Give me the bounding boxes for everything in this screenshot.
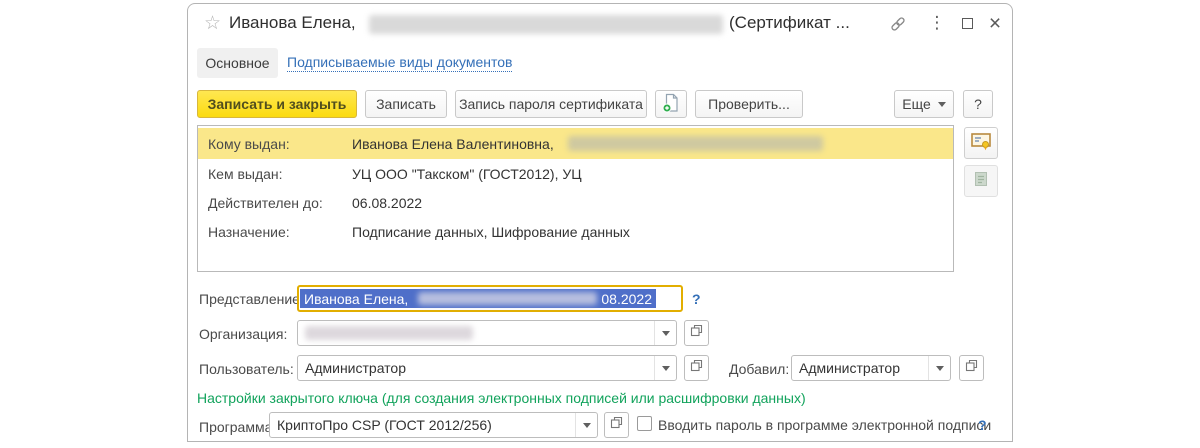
certificate-application-button (964, 165, 998, 197)
user-dropdown-arrow[interactable] (654, 356, 676, 380)
presentation-label: Представление: (199, 291, 304, 307)
favorite-star-icon[interactable]: ☆ (204, 14, 221, 33)
cert-row-label: Действителен до: (208, 194, 323, 211)
added-by-dropdown-arrow[interactable] (928, 356, 950, 380)
presentation-value-end: 08.2022 (601, 290, 652, 307)
window-title: Иванова Елена, (229, 13, 356, 32)
chevron-down-icon (937, 101, 946, 107)
redacted-organization-text (305, 326, 473, 340)
check-button[interactable]: Проверить... (695, 90, 803, 118)
cert-row-value: УЦ ООО "Такском" (ГОСТ2012), УЦ (352, 165, 582, 182)
enter-password-help-link[interactable]: ? (978, 417, 987, 433)
window-title-suffix: (Сертификат ... (729, 13, 850, 32)
presentation-value-start: Иванова Елена, (304, 290, 409, 307)
tab-bar: Основное Подписываемые виды документов (188, 47, 1012, 79)
add-certificate-button[interactable] (655, 90, 687, 118)
menu-dots-icon[interactable]: ⋮ (929, 13, 946, 33)
more-button[interactable]: Еще (894, 90, 954, 118)
toolbar: Записать и закрыть Записать Запись парол… (188, 90, 1012, 118)
more-button-label: Еще (902, 96, 931, 112)
added-by-combo[interactable]: Администратор (791, 355, 951, 381)
added-by-value: Администратор (799, 360, 901, 376)
save-button[interactable]: Записать (365, 90, 447, 118)
cert-row-issued-to[interactable]: Кому выдан: Иванова Елена Валентиновна, (198, 128, 953, 159)
program-open-button[interactable] (604, 412, 629, 438)
organization-combo[interactable] (297, 320, 677, 346)
user-combo[interactable]: Администратор (297, 355, 677, 381)
added-by-open-button[interactable] (959, 355, 984, 381)
cert-row-value: Иванова Елена Валентиновна, (352, 135, 554, 152)
organization-open-button[interactable] (684, 320, 709, 346)
cert-row-valid-until[interactable]: Действителен до: 06.08.2022 (198, 188, 953, 217)
certificate-window: ☆ Иванова Елена, (Сертификат ... ⋮ × Осн… (187, 3, 1013, 442)
open-icon (610, 416, 623, 434)
cert-row-value: 06.08.2022 (352, 194, 423, 211)
organization-dropdown-arrow[interactable] (654, 321, 676, 345)
enter-password-label[interactable]: Вводить пароль в программе электронной п… (658, 417, 991, 433)
cert-row-label: Кому выдан: (208, 135, 290, 152)
help-button[interactable]: ? (963, 90, 993, 118)
private-key-settings-link[interactable]: Настройки закрытого ключа (для создания … (197, 390, 806, 406)
certificate-info-panel: Кому выдан: Иванова Елена Валентиновна, … (197, 125, 954, 272)
redacted-issued-to-text (567, 136, 823, 151)
user-label: Пользователь: (199, 361, 294, 377)
program-value: КриптоПро CSP (ГОСТ 2012/256) (277, 417, 492, 433)
presentation-input[interactable]: Иванова Елена, 08.2022 (297, 285, 683, 312)
tab-main[interactable]: Основное (197, 48, 278, 78)
open-icon (690, 359, 703, 377)
open-icon (690, 324, 703, 342)
cert-row-label: Кем выдан: (208, 165, 283, 182)
presentation-help-link[interactable]: ? (692, 291, 701, 307)
cert-row-issued-by[interactable]: Кем выдан: УЦ ООО "Такском" (ГОСТ2012), … (198, 159, 953, 188)
user-open-button[interactable] (684, 355, 709, 381)
program-dropdown-arrow[interactable] (575, 413, 597, 437)
cert-row-label: Назначение: (208, 223, 290, 240)
maximize-icon[interactable] (959, 15, 975, 31)
enter-password-checkbox[interactable] (637, 416, 652, 431)
program-combo[interactable]: КриптоПро CSP (ГОСТ 2012/256) (269, 412, 598, 438)
tab-signed-document-kinds[interactable]: Подписываемые виды документов (287, 54, 513, 72)
redacted-title-text (369, 15, 723, 34)
presentation-selection: Иванова Елена, 08.2022 (300, 289, 656, 308)
link-icon[interactable] (888, 14, 908, 34)
save-and-close-button[interactable]: Записать и закрыть (197, 90, 357, 118)
titlebar: ☆ Иванова Елена, (Сертификат ... ⋮ × (188, 4, 1012, 42)
added-by-label: Добавил: (729, 361, 790, 377)
user-value: Администратор (305, 360, 407, 376)
close-icon[interactable]: × (986, 13, 1004, 34)
redacted-presentation-text (418, 292, 598, 305)
cert-row-purpose[interactable]: Назначение: Подписание данных, Шифровани… (198, 217, 953, 246)
program-label: Программа: (199, 419, 277, 435)
screenshot-canvas: ☆ Иванова Елена, (Сертификат ... ⋮ × Осн… (0, 0, 1200, 448)
document-icon (972, 170, 990, 193)
cert-row-value: Подписание данных, Шифрование данных (352, 223, 630, 240)
show-certificate-button[interactable] (964, 127, 998, 159)
certificate-icon (970, 131, 992, 156)
document-plus-icon (661, 93, 681, 116)
save-cert-password-button[interactable]: Запись пароля сертификата (455, 90, 647, 118)
open-icon (965, 359, 978, 377)
organization-label: Организация: (199, 326, 288, 342)
